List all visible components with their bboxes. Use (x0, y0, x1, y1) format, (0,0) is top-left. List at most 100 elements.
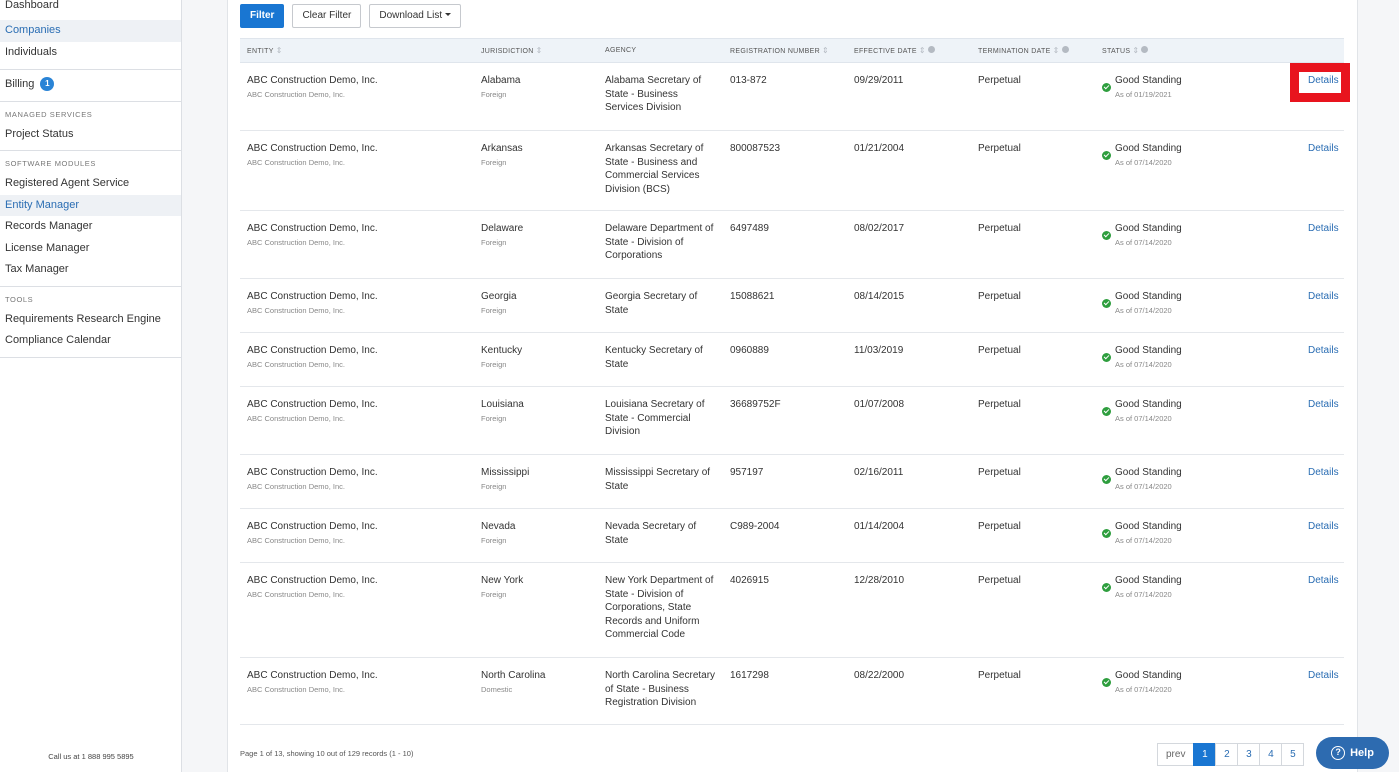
status-text-group: Good Standing As of 07/14/2020 (1115, 520, 1182, 548)
sidebar-item-individuals[interactable]: Individuals (0, 42, 181, 64)
registration-cell: 1617298 (730, 670, 769, 681)
sidebar-item-compliance-calendar[interactable]: Compliance Calendar (0, 330, 181, 352)
registration-cell: 4026915 (730, 575, 769, 586)
effective-date-cell: 08/14/2015 (854, 291, 905, 302)
status-date: As of 01/19/2021 (1115, 89, 1172, 99)
entity-subname: ABC Construction Demo, Inc. (247, 359, 345, 369)
status-cell: Good Standing As of 07/14/2020 (1102, 398, 1222, 426)
entity-cell: ABC Construction Demo, Inc. ABC Construct… (247, 669, 467, 697)
col-effective-header[interactable]: EFFECTIVE DATE ⇕ (854, 39, 935, 64)
col-termination-label: TERMINATION DATE (978, 48, 1051, 55)
jurisdiction-name: Louisiana (481, 399, 524, 410)
entity-subname: ABC Construction Demo, Inc. (247, 589, 345, 599)
sidebar-item-entity-manager[interactable]: Entity Manager (0, 194, 181, 216)
entity-subname: ABC Construction Demo, Inc. (247, 237, 345, 247)
entity-subname: ABC Construction Demo, Inc. (247, 157, 345, 167)
status-cell: Good Standing As of 07/14/2020 (1102, 669, 1222, 697)
agency-cell: Georgia Secretary of State (605, 291, 698, 316)
termination-date-cell: Perpetual (978, 521, 1021, 532)
details-link[interactable]: Details (1308, 574, 1339, 588)
clear-filter-button[interactable]: Clear Filter (292, 4, 362, 28)
details-link[interactable]: Details (1308, 74, 1339, 88)
sidebar-item-requirements-research[interactable]: Requirements Research Engine (0, 309, 181, 331)
sidebar-item-billing[interactable]: Billing 1 (0, 74, 181, 96)
agency-cell: Nevada Secretary of State (605, 521, 697, 546)
col-status-header[interactable]: STATUS ⇕ (1102, 39, 1149, 64)
status-cell: Good Standing As of 07/14/2020 (1102, 466, 1222, 494)
page-button-1[interactable]: 1 (1193, 743, 1217, 766)
jurisdiction-cell: Nevada Foreign (481, 520, 591, 548)
info-icon[interactable] (1141, 46, 1149, 53)
page-button-2[interactable]: 2 (1215, 743, 1239, 766)
jurisdiction-name: Mississippi (481, 467, 530, 478)
status-label: Good Standing (1115, 467, 1182, 478)
filter-button[interactable]: Filter (240, 4, 285, 28)
sidebar-item-license-manager[interactable]: License Manager (0, 238, 181, 260)
details-link[interactable]: Details (1308, 398, 1339, 412)
entity-subname: ABC Construction Demo, Inc. (247, 305, 345, 315)
jurisdiction-cell: Alabama Foreign (481, 74, 591, 102)
status-label: Good Standing (1115, 223, 1182, 234)
entity-name: ABC Construction Demo, Inc. (247, 670, 378, 681)
jurisdiction-type: Foreign (481, 359, 507, 369)
details-link[interactable]: Details (1308, 290, 1339, 304)
toolbar: Filter Clear Filter Download List (240, 4, 462, 28)
sort-icon: ⇕ (1132, 46, 1140, 55)
software-modules-heading: SOFTWARE MODULES (5, 159, 96, 168)
entity-cell: ABC Construction Demo, Inc. ABC Construct… (247, 466, 467, 494)
entity-name: ABC Construction Demo, Inc. (247, 291, 378, 302)
entity-name: ABC Construction Demo, Inc. (247, 467, 378, 478)
sidebar-item-tax-manager[interactable]: Tax Manager (0, 259, 181, 281)
download-list-button[interactable]: Download List (369, 4, 462, 28)
col-jurisdiction-header[interactable]: JURISDICTION ⇕ (481, 39, 543, 64)
col-agency-header: AGENCY (605, 39, 636, 64)
prev-page-button[interactable]: prev (1157, 743, 1195, 766)
sidebar-item-project-status[interactable]: Project Status (0, 124, 181, 146)
col-termination-header[interactable]: TERMINATION DATE ⇕ (978, 39, 1069, 64)
help-button[interactable]: ? Help (1316, 737, 1389, 769)
page-button-5[interactable]: 5 (1281, 743, 1305, 766)
col-entity-header[interactable]: ENTITY ⇕ (247, 39, 283, 64)
status-label: Good Standing (1115, 670, 1182, 681)
table-row: ABC Construction Demo, Inc. ABC Construct… (240, 131, 1344, 211)
jurisdiction-type: Foreign (481, 481, 507, 491)
status-date: As of 07/14/2020 (1115, 413, 1172, 423)
jurisdiction-cell: North Carolina Domestic (481, 669, 591, 697)
jurisdiction-type: Foreign (481, 89, 507, 99)
page-button-4[interactable]: 4 (1259, 743, 1283, 766)
termination-date-cell: Perpetual (978, 75, 1021, 86)
check-circle-icon (1102, 407, 1111, 416)
info-icon[interactable] (1061, 46, 1069, 53)
table-row: ABC Construction Demo, Inc. ABC Construct… (240, 509, 1344, 563)
status-date: As of 07/14/2020 (1115, 305, 1172, 315)
help-label: Help (1350, 747, 1374, 759)
status-label: Good Standing (1115, 143, 1182, 154)
sidebar-item-dashboard[interactable]: Dashboard (0, 0, 181, 15)
jurisdiction-name: Nevada (481, 521, 516, 532)
entity-subname: ABC Construction Demo, Inc. (247, 684, 345, 694)
col-registration-header[interactable]: REGISTRATION NUMBER ⇕ (730, 39, 829, 64)
details-link[interactable]: Details (1308, 344, 1339, 358)
jurisdiction-type: Foreign (481, 589, 507, 599)
status-text-group: Good Standing As of 07/14/2020 (1115, 344, 1182, 372)
details-link[interactable]: Details (1308, 466, 1339, 480)
sort-icon: ⇕ (918, 46, 926, 55)
details-link[interactable]: Details (1308, 222, 1339, 236)
details-link[interactable]: Details (1308, 520, 1339, 534)
info-icon[interactable] (927, 46, 935, 53)
status-text-group: Good Standing As of 07/14/2020 (1115, 290, 1182, 318)
sort-icon: ⇕ (275, 46, 283, 55)
details-link[interactable]: Details (1308, 669, 1339, 683)
sidebar-item-registered-agent[interactable]: Registered Agent Service (0, 173, 181, 195)
sidebar-item-companies[interactable]: Companies (0, 20, 181, 42)
jurisdiction-type: Foreign (481, 237, 507, 247)
table-row: ABC Construction Demo, Inc. ABC Construct… (240, 279, 1344, 333)
entity-cell: ABC Construction Demo, Inc. ABC Construct… (247, 520, 467, 548)
page-button-3[interactable]: 3 (1237, 743, 1261, 766)
status-cell: Good Standing As of 07/14/2020 (1102, 290, 1222, 318)
sidebar: Dashboard Companies Individuals Billing 1… (0, 0, 182, 772)
sidebar-item-records-manager[interactable]: Records Manager (0, 216, 181, 238)
status-date: As of 07/14/2020 (1115, 589, 1172, 599)
call-us-text: Call us at 1 888 995 5895 (48, 752, 134, 761)
details-link[interactable]: Details (1308, 142, 1339, 156)
